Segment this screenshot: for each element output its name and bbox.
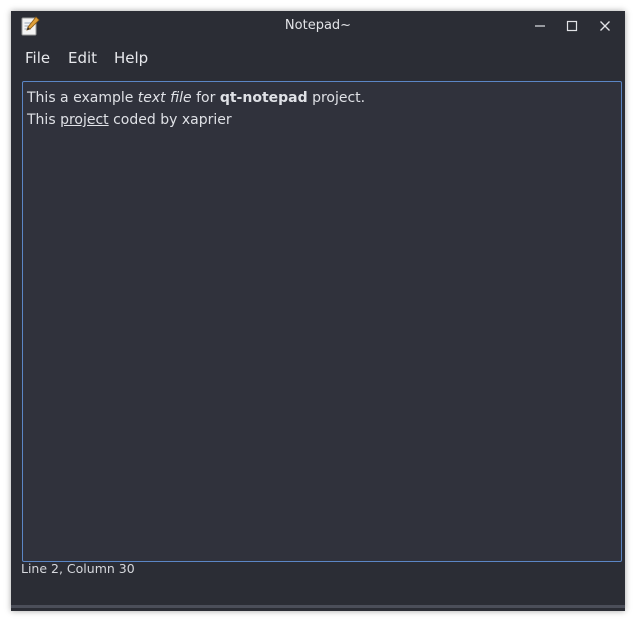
editor-text: This bbox=[27, 112, 61, 128]
close-icon bbox=[600, 21, 610, 31]
text-editor[interactable]: This a example text file for qt-notepad … bbox=[22, 81, 622, 562]
editor-text: This a example bbox=[27, 90, 138, 106]
window-bottom-edge bbox=[11, 605, 625, 608]
minimize-icon bbox=[535, 25, 545, 27]
menu-edit[interactable]: Edit bbox=[68, 43, 97, 73]
menu-file[interactable]: File bbox=[25, 43, 50, 73]
maximize-icon bbox=[566, 20, 578, 32]
menu-help[interactable]: Help bbox=[114, 43, 148, 73]
maximize-button[interactable] bbox=[563, 17, 581, 35]
editor-text: for bbox=[191, 90, 220, 106]
notepad-icon bbox=[19, 15, 41, 37]
close-button[interactable] bbox=[596, 17, 614, 35]
editor-underlined-text: project bbox=[60, 112, 109, 128]
editor-bold-text: qt-notepad bbox=[219, 90, 308, 106]
editor-text: project. bbox=[307, 90, 366, 106]
editor-line-1: This a example text file for qt-notepad … bbox=[27, 87, 617, 109]
menu-bar: File Edit Help bbox=[11, 43, 625, 73]
status-bar-text: Line 2, Column 30 bbox=[21, 561, 135, 576]
title-bar[interactable]: Notepad~ bbox=[11, 11, 625, 41]
editor-line-2: This project coded by xaprier bbox=[27, 109, 617, 131]
editor-text: coded by xaprier bbox=[108, 112, 232, 128]
minimize-button[interactable] bbox=[531, 17, 549, 35]
notepad-window: Notepad~ File Edit Help This a example t… bbox=[11, 11, 625, 611]
editor-italic-text: text file bbox=[137, 90, 192, 106]
